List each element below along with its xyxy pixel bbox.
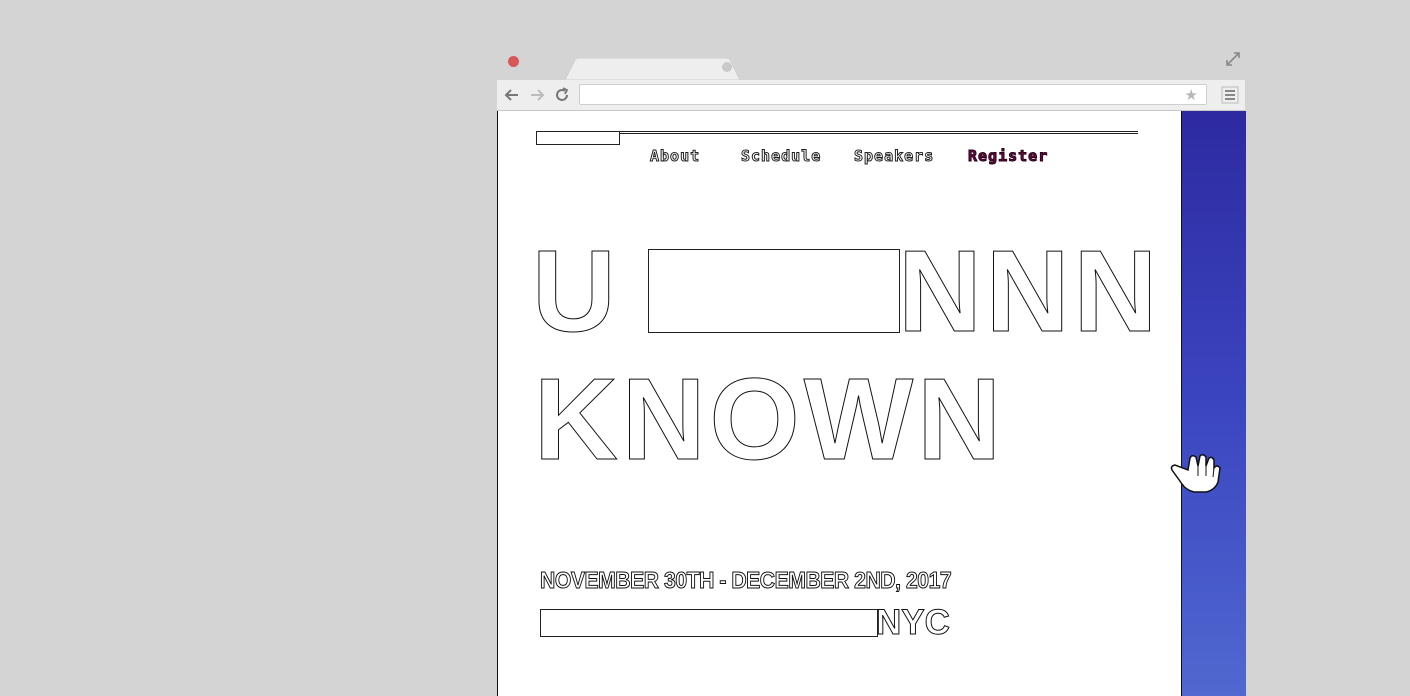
hamburger-menu-icon[interactable] [1221,86,1239,104]
hero-word-known: KNOWN [533,354,1006,484]
hero-letter-u: U [532,226,620,356]
desktop: ★ About Schedule Speakers Register U NNN… [0,0,1410,696]
forward-arrow-icon[interactable] [528,86,546,104]
side-panel[interactable] [1181,111,1246,696]
nav-link-register[interactable]: Register [967,147,1048,166]
progress-track [536,131,1138,134]
expand-icon[interactable] [1225,51,1241,67]
nav-link-speakers[interactable]: Speakers [853,147,934,166]
progress-indicator [536,131,620,145]
city-bar [540,609,878,637]
web-page: About Schedule Speakers Register U NNN K… [497,111,1181,696]
hero-letters-nnn: NNN [897,226,1162,356]
main-nav: About Schedule Speakers Register [498,147,1181,169]
reload-icon[interactable] [553,86,571,104]
nav-link-schedule[interactable]: Schedule [740,147,821,166]
hero-mask-block [648,249,900,333]
hand-cursor-icon [1170,453,1221,493]
browser-toolbar: ★ [497,80,1245,111]
star-icon[interactable]: ★ [1185,86,1198,104]
event-city: NYC [876,603,951,642]
nav-link-about[interactable]: About [649,147,700,166]
address-bar[interactable]: ★ [579,84,1207,105]
back-arrow-icon[interactable] [503,86,521,104]
event-dates: NOVEMBER 30TH - DECEMBER 2ND, 2017 [540,567,953,594]
browser-tab[interactable] [565,58,740,80]
close-dot-icon[interactable] [508,56,519,67]
